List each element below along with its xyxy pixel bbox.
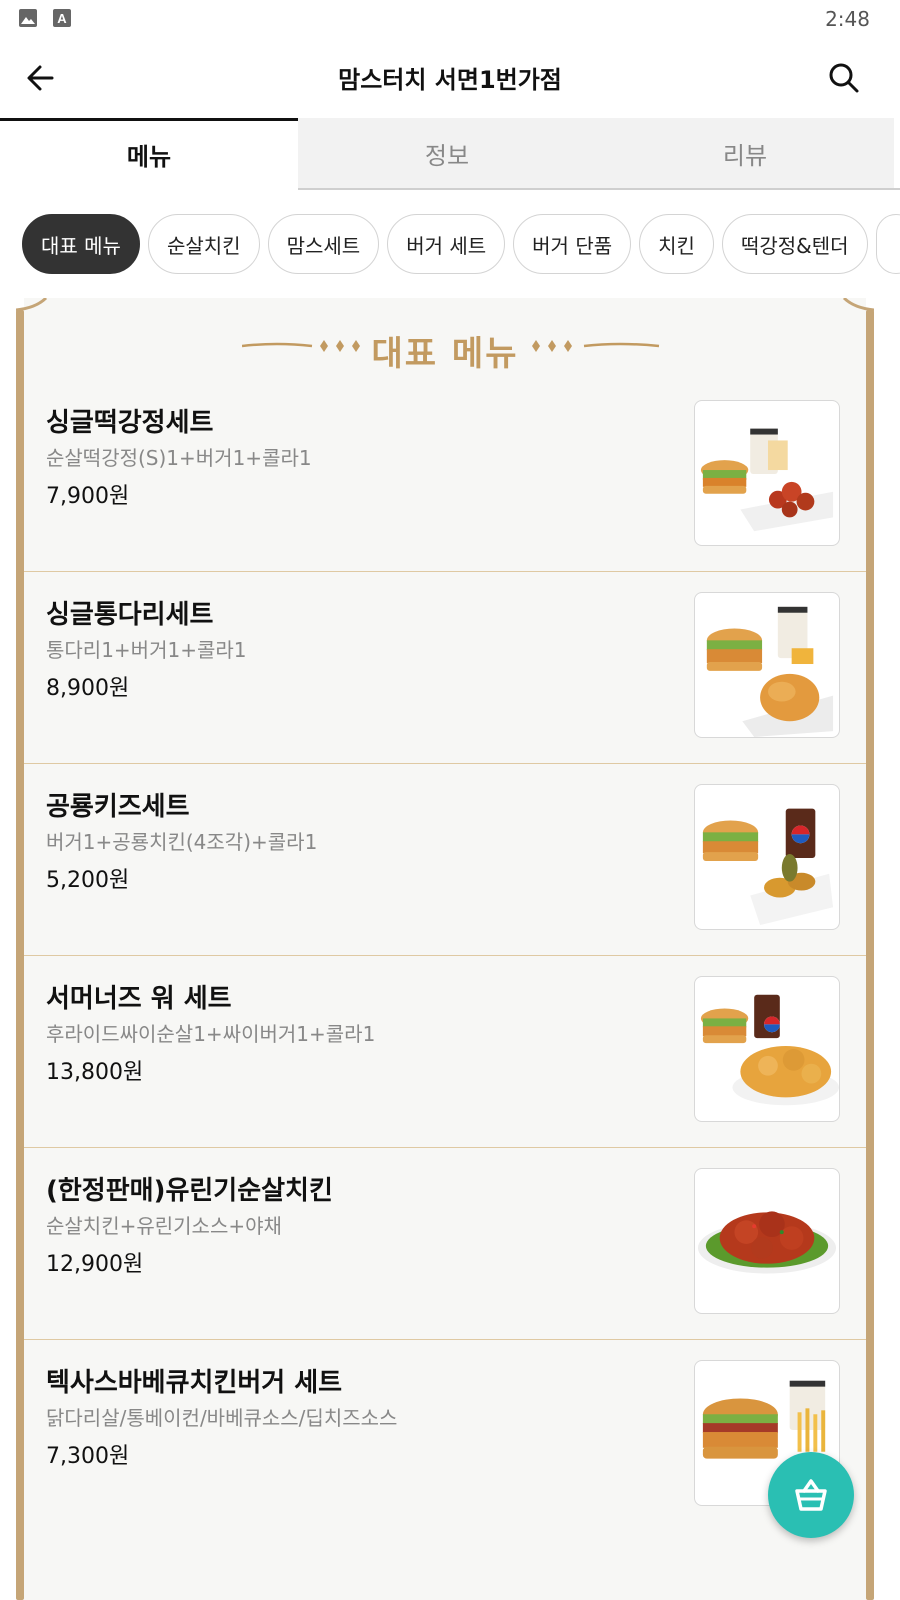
item-name: 싱글떡강정세트 [46, 408, 214, 438]
chip-tteokgangjeong-tender[interactable]: 떡강정&텐더 [721, 214, 868, 274]
svg-text:A: A [57, 11, 67, 26]
chip-burger-single[interactable]: 버거 단품 [513, 214, 632, 274]
item-description: 순살떡강정(S)1+버거1+콜라1 [46, 446, 312, 470]
tab-divider [298, 188, 900, 190]
app-bar: 맘스터치 서면1번가점 [0, 36, 900, 116]
item-description: 후라이드싸이순살1+싸이버거1+콜라1 [46, 1022, 376, 1046]
panel-rail-left [16, 310, 24, 1600]
item-image [694, 1168, 840, 1314]
section-title: 대표 메뉴 [371, 334, 519, 374]
signature-menu-panel: 대표 메뉴 싱글떡강정세트 순살떡강정(S)1+버거1+콜라1 7,900원 싱… [10, 298, 880, 1600]
item-name: (한정판매)유린기순살치킨 [46, 1176, 333, 1206]
menu-item[interactable]: 싱글통다리세트 통다리1+버거1+콜라1 8,900원 [24, 572, 866, 764]
tab-menu[interactable]: 메뉴 [0, 118, 298, 188]
restaurant-menu-screen: A 2:48 맘스터치 서면1번가점 메뉴 정보 리뷰 대표 메뉴 순살치킨 맘… [0, 0, 900, 1600]
chip-moms-set[interactable]: 맘스세트 [267, 214, 380, 274]
item-price: 8,900원 [46, 676, 130, 701]
font-icon: A [53, 9, 71, 27]
image-icon [19, 9, 37, 27]
menu-item[interactable]: (한정판매)유린기순살치킨 순살치킨+유린기소스+야채 12,900원 [24, 1148, 866, 1340]
search-icon [829, 63, 859, 93]
item-price: 7,900원 [46, 484, 130, 509]
category-chips: 대표 메뉴 순살치킨 맘스세트 버거 세트 버거 단품 치킨 떡강정&텐더 [22, 214, 900, 276]
chip-burger-set[interactable]: 버거 세트 [387, 214, 506, 274]
item-description: 순살치킨+유린기소스+야채 [46, 1214, 282, 1238]
item-image [694, 784, 840, 930]
item-name: 텍사스바베큐치킨버거 세트 [46, 1368, 343, 1398]
panel-rail-right [866, 310, 874, 1600]
item-image [694, 592, 840, 738]
search-button[interactable] [824, 58, 864, 98]
item-description: 통다리1+버거1+콜라1 [46, 638, 247, 662]
item-image [694, 976, 840, 1122]
menu-item[interactable]: 싱글떡강정세트 순살떡강정(S)1+버거1+콜라1 7,900원 [24, 380, 866, 572]
item-price: 12,900원 [46, 1252, 144, 1277]
cart-icon [795, 1479, 827, 1511]
status-bar: A 2:48 [0, 0, 900, 36]
item-name: 공룡키즈세트 [46, 792, 190, 822]
chip-chicken[interactable]: 치킨 [639, 214, 714, 274]
menu-item[interactable]: 서머너즈 워 세트 후라이드싸이순살1+싸이버거1+콜라1 13,800원 [24, 956, 866, 1148]
status-time: 2:48 [825, 7, 870, 31]
menu-item[interactable]: 텍사스바베큐치킨버거 세트 닭다리살/통베이컨/바베큐소스/딥치즈소스 7,30… [24, 1340, 866, 1532]
chip-boneless-chicken[interactable]: 순살치킨 [147, 214, 260, 274]
ornament-right [532, 340, 660, 352]
tab-bar: 메뉴 정보 리뷰 [0, 118, 900, 190]
item-price: 5,200원 [46, 868, 130, 893]
menu-item[interactable]: 공룡키즈세트 버거1+공룡치킨(4조각)+콜라1 5,200원 [24, 764, 866, 956]
chip-signature-menu[interactable]: 대표 메뉴 [22, 214, 140, 274]
item-price: 7,300원 [46, 1444, 130, 1469]
item-price: 13,800원 [46, 1060, 144, 1085]
section-header: 대표 메뉴 [24, 320, 866, 374]
cart-button[interactable] [768, 1452, 854, 1538]
item-description: 버거1+공룡치킨(4조각)+콜라1 [46, 830, 318, 854]
page-title: 맘스터치 서면1번가점 [338, 66, 562, 94]
item-image [694, 400, 840, 546]
tab-info[interactable]: 정보 [298, 118, 596, 188]
item-name: 서머너즈 워 세트 [46, 984, 232, 1014]
item-name: 싱글통다리세트 [46, 600, 214, 630]
item-description: 닭다리살/통베이컨/바베큐소스/딥치즈소스 [46, 1406, 398, 1430]
menu-list: 싱글떡강정세트 순살떡강정(S)1+버거1+콜라1 7,900원 싱글통다리세트… [24, 380, 866, 1532]
chip-more[interactable] [875, 214, 900, 274]
tab-reviews[interactable]: 리뷰 [596, 118, 894, 188]
